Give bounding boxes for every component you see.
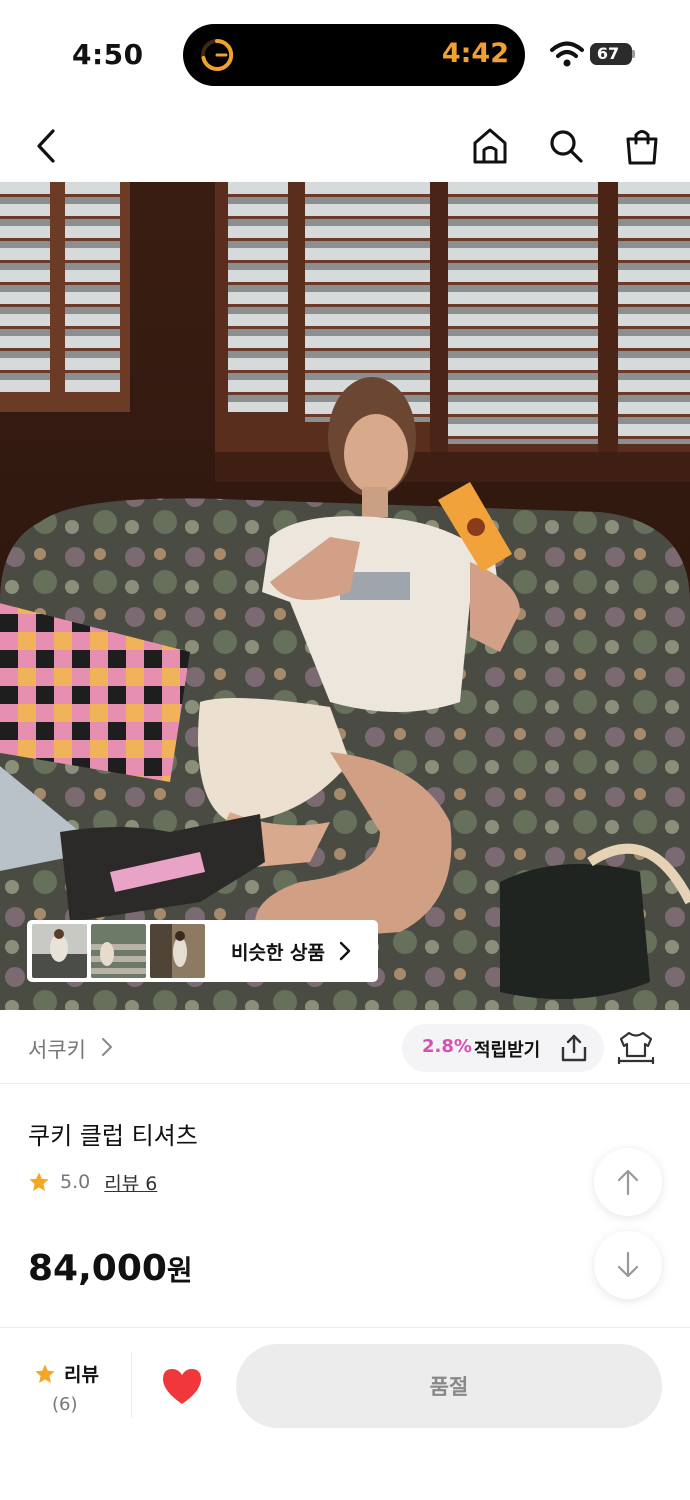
battery-tip [632,50,635,58]
search-icon [550,130,583,163]
similar-thumb-1 [32,924,87,978]
review-count: (6) [52,1394,78,1415]
brand-row: 서쿠키 2.8% 적립받기 [0,1010,690,1084]
back-button[interactable] [22,122,70,170]
status-bar: 4:50 4:42 67 [0,0,690,100]
shopping-bag-icon [626,130,658,165]
divider [131,1352,132,1418]
like-button[interactable] [160,1366,208,1410]
chevron-right-icon [339,941,351,961]
points-rate: 2.8% [422,1036,472,1057]
wifi-icon [550,41,584,67]
points-label: 적립받기 [474,1040,541,1061]
star-icon [29,1172,49,1191]
home-button[interactable] [466,122,514,170]
star-icon [35,1363,55,1383]
cart-button[interactable] [618,122,666,170]
dynamic-island[interactable]: 4:42 [183,24,525,86]
product-image[interactable] [0,182,690,1010]
similar-products-button[interactable]: 비슷한 상품 [27,920,378,982]
top-nav [0,108,690,182]
review-button[interactable]: 리뷰 (6) [22,1356,122,1420]
similar-products-label: 비슷한 상품 [231,941,326,964]
bottom-action-bar: 리뷰 (6) 품절 [0,1327,690,1500]
similar-thumb-3 [150,924,205,978]
share-icon[interactable] [558,1032,590,1064]
similar-thumb-2 [91,924,146,978]
activity-timer: 4:42 [441,38,509,69]
brand-link[interactable]: 서쿠키 [28,1034,86,1064]
battery-indicator: 67 [590,43,632,65]
product-title: 쿠키 클럽 티셔츠 [28,1122,198,1150]
product-photo [0,182,690,1010]
price-value: 84,000 [28,1248,167,1289]
review-link[interactable]: 리뷰 6 [104,1169,157,1196]
scroll-down-button[interactable] [594,1231,662,1299]
chevron-right-icon[interactable] [100,1036,114,1058]
back-arrow-icon [37,129,55,163]
product-price: 84,000원 [28,1248,193,1289]
arrow-down-icon [617,1251,639,1278]
arrow-up-icon [617,1169,639,1196]
rating-row: 5.0 리뷰 6 [28,1168,157,1196]
scroll-up-button[interactable] [594,1148,662,1216]
sold-out-button[interactable]: 품절 [236,1344,662,1428]
heart-icon [163,1369,201,1404]
review-button-top: 리뷰 [34,1360,99,1387]
timer-ring-icon [201,38,234,71]
search-button[interactable] [542,122,590,170]
points-button[interactable]: 2.8% 적립받기 [402,1024,604,1072]
size-fit-icon[interactable] [617,1030,655,1064]
status-time: 4:50 [72,38,144,71]
battery-level: 67 [596,44,620,63]
review-button-label: 리뷰 [64,1364,99,1386]
rating-value: 5.0 [60,1171,91,1193]
home-icon [473,128,507,164]
price-unit: 원 [166,1254,193,1287]
